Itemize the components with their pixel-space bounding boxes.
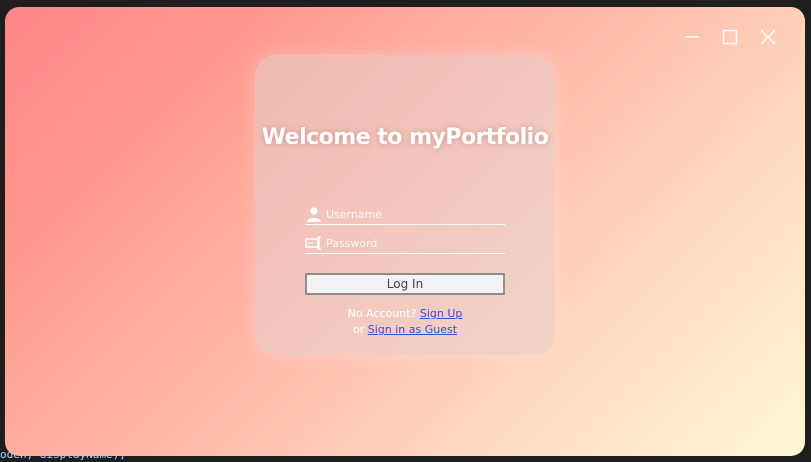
user-icon [305,205,323,223]
or-text: or [352,323,365,336]
password-icon [305,234,323,252]
login-card: Welcome to myPortfolio Username Log In N… [255,55,555,355]
close-icon [760,29,776,45]
password-field [305,233,505,254]
password-input[interactable] [326,236,501,250]
guest-row: or Sign in as Guest [255,323,555,336]
signup-row: No Account? Sign Up [255,307,555,320]
username-field [305,204,505,225]
maximize-icon [722,29,738,45]
username-input[interactable] [326,207,501,221]
close-button[interactable] [749,25,787,49]
no-account-text: No Account? [347,307,417,320]
maximize-button[interactable] [711,25,749,49]
window-controls [673,25,787,49]
login-button[interactable]: Log In [305,273,505,295]
minimize-icon [684,29,700,45]
guest-sign-in-link[interactable]: Sign in as Guest [368,323,457,336]
minimize-button[interactable] [673,25,711,49]
app-window: Welcome to myPortfolio Username Log In N… [5,7,805,456]
page-title: Welcome to myPortfolio [261,125,549,150]
sign-up-link[interactable]: Sign Up [420,307,463,320]
